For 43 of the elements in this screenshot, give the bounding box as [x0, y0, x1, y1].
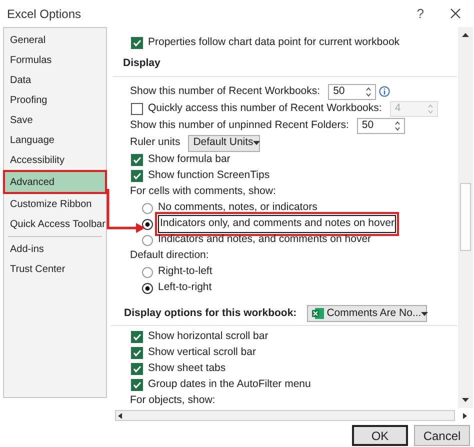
sidebar-item[interactable]: Proofing	[4, 90, 106, 110]
cancel-button[interactable]: Cancel	[414, 425, 470, 446]
option-label: Show vertical scroll bar	[148, 345, 256, 360]
option-label: Indicators only, and comments and notes on hover	[158, 215, 396, 233]
option-label: Show horizontal scroll bar	[148, 329, 268, 344]
option-label: Properties follow chart data point for current workbook	[148, 35, 400, 50]
option-label: Show function ScreenTips	[148, 168, 270, 184]
dropdown-value: Default Units	[193, 135, 254, 150]
option-label: Ruler units	[130, 135, 180, 150]
option-label: Show this number of Recent Workbooks:	[130, 84, 320, 99]
number-field[interactable]: 50	[356, 118, 405, 134]
sidebar-item[interactable]: Add-ins	[4, 239, 106, 259]
sidebar-item[interactable]: Data	[4, 70, 106, 90]
option-label: For objects, show:	[130, 393, 216, 408]
option-label: Default direction:	[130, 248, 209, 264]
option-label: Indicators and notes, and comments on hover	[158, 232, 372, 248]
number-field[interactable]: 50	[328, 84, 376, 100]
ok-button[interactable]: OK	[352, 425, 408, 446]
option-label: Show this number of unpinned Recent Folders:	[130, 118, 349, 133]
option-label: For cells with comments, show:	[130, 184, 276, 200]
dropdown[interactable]: Comments Are No...	[306, 305, 427, 322]
sidebar-item[interactable]: Quick Access Toolbar	[4, 214, 106, 234]
sidebar-item[interactable]: General	[4, 30, 106, 50]
section-heading: Display	[123, 56, 160, 71]
option-label: Show formula bar	[148, 152, 230, 168]
sidebar-item[interactable]: Formulas	[4, 50, 106, 70]
option-label: Right-to-left	[158, 264, 212, 280]
option-label: Left-to-right	[158, 280, 212, 296]
dropdown-value: Comments Are No...	[326, 306, 422, 321]
option-label: No comments, notes, or indicators	[158, 200, 318, 216]
sidebar-item[interactable]: Save	[4, 110, 106, 130]
sidebar-item[interactable]: Advanced	[3, 170, 107, 194]
sidebar-item[interactable]: Language	[4, 130, 106, 150]
sidebar-item[interactable]: Trust Center	[4, 259, 106, 279]
section-heading: Display options for this workbook:	[124, 306, 297, 321]
option-label: Quickly access this number of Recent Workbooks:	[148, 100, 382, 116]
option-label: Group dates in the AutoFilter menu	[148, 377, 311, 392]
dropdown[interactable]: Default Units	[188, 134, 260, 152]
help-button[interactable]: ?	[416, 4, 424, 24]
window-title: Excel Options	[7, 6, 82, 22]
sidebar-item[interactable]: Customize Ribbon	[4, 194, 106, 214]
option-label: Show sheet tabs	[148, 361, 226, 376]
sidebar-item[interactable]: Accessibility	[4, 150, 106, 170]
